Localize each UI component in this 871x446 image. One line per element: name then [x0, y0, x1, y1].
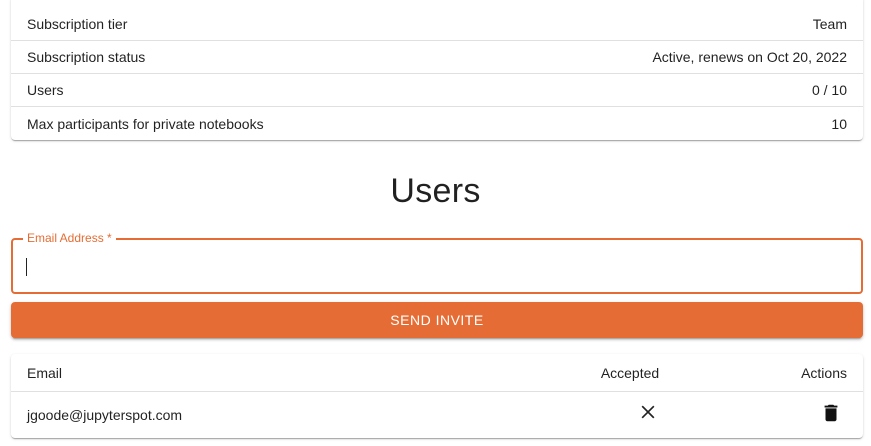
table-header: Email Accepted Actions	[11, 354, 863, 392]
info-row-tier: Subscription tier Team	[11, 8, 863, 41]
users-section-title: Users	[390, 172, 481, 210]
send-invite-button[interactable]: SEND INVITE	[11, 302, 863, 338]
column-header-actions: Actions	[801, 364, 847, 381]
info-label: Subscription tier	[27, 16, 128, 32]
email-input[interactable]	[25, 257, 845, 277]
info-label: Subscription status	[27, 49, 146, 65]
info-value: Active, renews on Oct 20, 2022	[652, 49, 847, 65]
email-field-label: Email Address *	[23, 231, 116, 245]
users-table: Email Accepted Actions jgoode@jupyterspo…	[11, 354, 863, 438]
trash-icon[interactable]	[820, 402, 842, 424]
info-row-max-participants: Max participants for private notebooks 1…	[11, 107, 863, 140]
column-header-email: Email	[27, 364, 63, 381]
info-label: Max participants for private notebooks	[27, 115, 264, 132]
table-row: jgoode@jupyterspot.com	[11, 392, 863, 438]
close-icon	[641, 405, 655, 419]
text-caret	[26, 258, 27, 276]
info-value: 10	[831, 115, 847, 132]
column-header-accepted: Accepted	[600, 364, 660, 381]
subscription-info-card: Subscription tier Team Subscription stat…	[11, 0, 863, 140]
info-value: Team	[812, 16, 847, 32]
email-field[interactable]: Email Address *	[11, 231, 863, 294]
info-row-status: Subscription status Active, renews on Oc…	[11, 41, 863, 74]
info-label: Users	[27, 82, 64, 98]
info-row-users: Users 0 / 10	[11, 74, 863, 107]
info-value: 0 / 10	[811, 82, 847, 98]
user-email: jgoode@jupyterspot.com	[27, 407, 183, 423]
